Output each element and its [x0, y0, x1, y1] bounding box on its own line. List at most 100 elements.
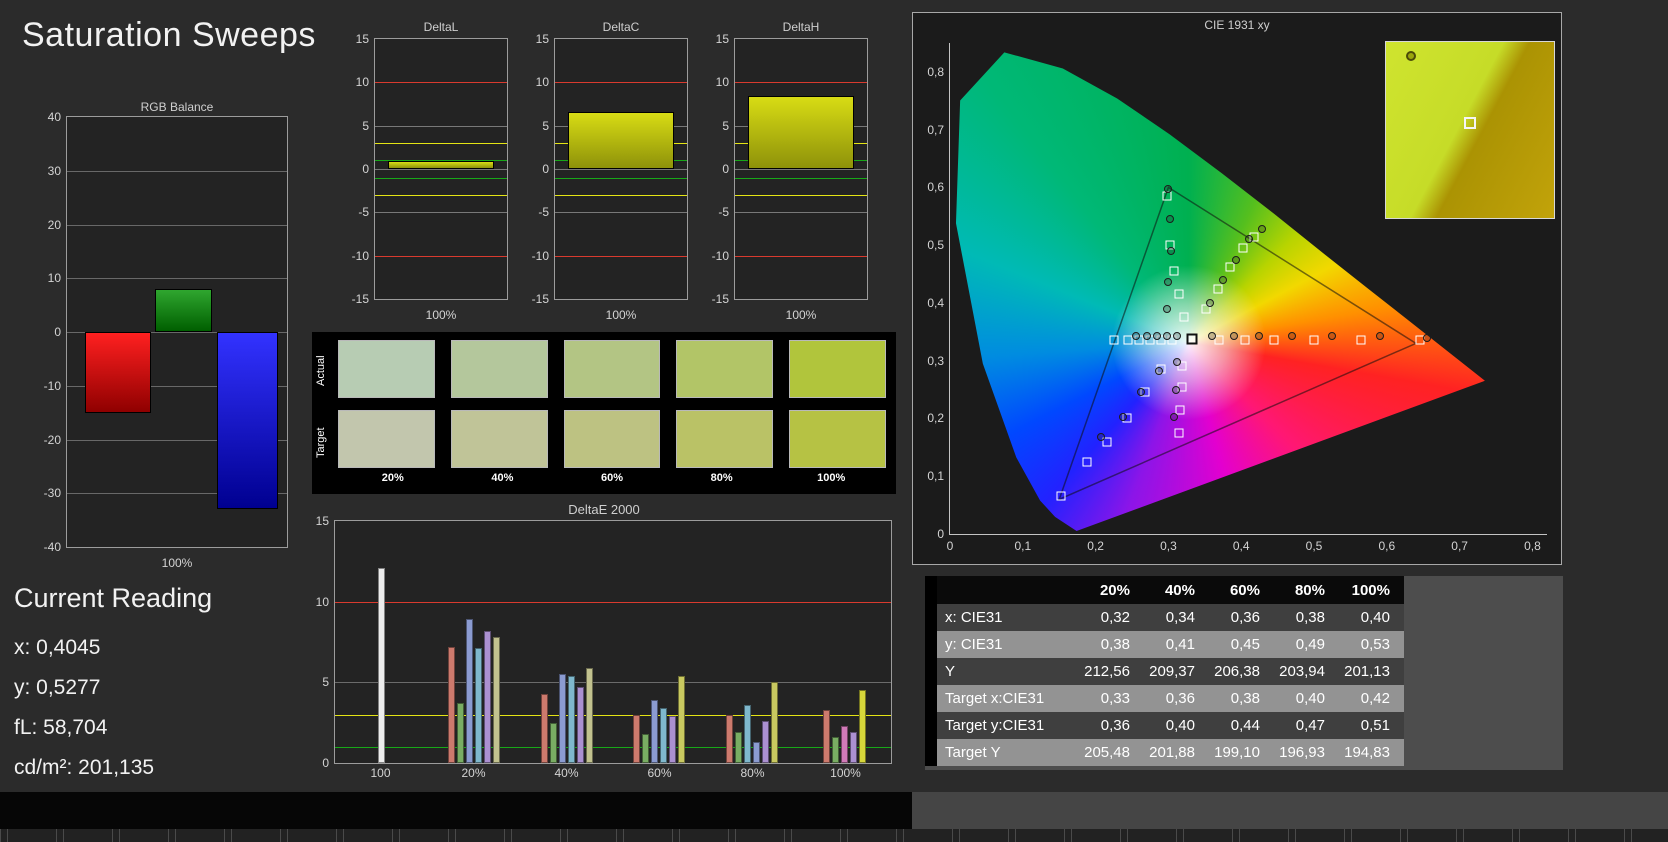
- table-row: Target Y 205,48 201,88 199,10 196,93 194,83: [925, 739, 1404, 766]
- table-header-cell: 100%: [1351, 581, 1390, 599]
- table-row-label: Y: [945, 663, 956, 680]
- table-header-row: 20% 40% 60% 80% 100%: [925, 576, 1404, 604]
- ref-line: [555, 82, 687, 84]
- table-strip-cell: [925, 576, 937, 604]
- x-tick-label: 0,3: [1160, 539, 1177, 553]
- deltae-bar: [841, 725, 849, 763]
- cie-1931-chart: CIE 1931 xy 0 0,1 0,2 0,3 0,4 0,5 0,6 0,7 0,8 0 0,…: [912, 12, 1562, 565]
- y-tick-label: 0: [542, 162, 549, 176]
- measured-point-marker: [1165, 215, 1174, 224]
- x-tick-label: 0,4: [1232, 539, 1250, 553]
- y-tick-label: 15: [535, 32, 549, 46]
- deltae-bar: [540, 693, 548, 763]
- table-header-cell: 80%: [1294, 581, 1325, 599]
- deltae-bar: [475, 648, 482, 763]
- measured-point-marker: [1375, 332, 1384, 341]
- ref-line: [735, 169, 867, 170]
- target-point-marker: [1174, 428, 1184, 438]
- deltae-group-label: 60%: [647, 766, 672, 780]
- measured-point-marker: [1173, 332, 1182, 341]
- table-value-cell: 0,42: [1360, 690, 1390, 707]
- current-reading-value: fL: 58,704: [14, 716, 108, 739]
- deltae-bar: [493, 637, 500, 763]
- x-tick-label: 0: [946, 539, 954, 553]
- target-swatch-100%: [789, 410, 886, 468]
- measured-point-marker: [1164, 277, 1173, 286]
- bottom-splitter-strip[interactable]: [0, 829, 1668, 842]
- actual-swatch-100%: [789, 340, 886, 398]
- table-value-cell: 0,44: [1230, 717, 1260, 734]
- table-value-cell: 0,40: [1360, 609, 1390, 626]
- table-value-cell: 0,38: [1230, 690, 1260, 707]
- table-value-cell: 0,51: [1360, 717, 1390, 734]
- table-row: x: CIE31 0,32 0,34 0,36 0,38 0,40: [925, 604, 1404, 631]
- y-tick-label: 0,1: [927, 469, 944, 484]
- ref-line: [555, 177, 687, 179]
- table-value-cell: 0,36: [1100, 717, 1130, 734]
- rgb-balance-plot: 40 30 20 10 0 -10 -20 -30 -40: [44, 110, 288, 554]
- y-tick-label: -10: [711, 248, 729, 263]
- x-tick-label: 0,5: [1305, 539, 1323, 553]
- target-point-marker: [1213, 284, 1223, 293]
- current-reading-values: x: 0,4045 y: 0,5277 fL: 58,704 cd/m²: 201,1…: [14, 628, 212, 788]
- deltae-group-label: 80%: [740, 766, 765, 780]
- deltae-bar: [585, 667, 593, 763]
- y-tick-label: -5: [538, 205, 549, 220]
- current-reading-block: Current Reading x: 0,4045 y: 0,5277 fL: 58…: [14, 583, 212, 788]
- table-value-cell: 194,83: [1344, 744, 1390, 761]
- table-value-cell: 0,34: [1165, 609, 1195, 626]
- actual-swatch-20%: [338, 340, 435, 398]
- current-reading-value: x: 0,4045: [14, 636, 101, 659]
- rgb-balance-xlabel: 100%: [161, 556, 193, 570]
- table-value-cell: 0,49: [1295, 636, 1325, 653]
- delta-chart-deltal: DeltaL 15 10 5 0 -5 -10 -15 100%: [336, 20, 514, 332]
- ref-line: [735, 195, 867, 196]
- y-tick-label: 10: [715, 75, 729, 90]
- y-tick-label: 10: [355, 75, 369, 90]
- table-strip-cell: [925, 685, 937, 712]
- target-swatch-40%: [450, 410, 548, 468]
- ref-line: [375, 195, 507, 196]
- y-tick-label: 0: [54, 325, 61, 339]
- ref-line: [555, 212, 687, 214]
- deltae-bar: [753, 742, 761, 763]
- target-swatch-80%: [676, 410, 774, 468]
- deltae-bar: [457, 703, 464, 763]
- swatch-column-label: 60%: [600, 472, 623, 484]
- delta-chart-title: DeltaH: [782, 20, 820, 34]
- y-tick-label: 0,3: [927, 353, 944, 368]
- y-tick-label: 5: [362, 118, 369, 133]
- table-value-cell: 203,94: [1279, 663, 1325, 680]
- table-value-cell: 212,56: [1084, 663, 1130, 680]
- y-tick-label: 15: [355, 32, 369, 46]
- measured-point-marker: [1154, 366, 1163, 375]
- table-value-cell: 0,36: [1165, 690, 1195, 707]
- table-row: Y 212,56 209,37 206,38 203,94 201,13: [925, 658, 1404, 685]
- target-point-marker: [1056, 491, 1066, 501]
- y-tick-label: 0,5: [927, 238, 944, 253]
- y-tick-label: 0,8: [927, 64, 944, 79]
- deltae-bar: [660, 708, 668, 763]
- current-reading-value: cd/m²: 201,135: [14, 756, 155, 779]
- target-point-marker: [1240, 335, 1250, 345]
- deltae-bar: [832, 737, 840, 763]
- measured-point-marker: [1232, 255, 1241, 264]
- measured-point-marker: [1097, 432, 1106, 441]
- table-value-cell: 206,38: [1214, 663, 1260, 680]
- y-tick-label: 0,6: [927, 180, 944, 195]
- y-tick-label: -15: [531, 292, 549, 306]
- x-tick-label: 0,2: [1087, 539, 1104, 553]
- measured-point-marker: [1169, 412, 1178, 421]
- delta-chart-xlabel: 100%: [785, 308, 817, 322]
- y-tick-label: -10: [531, 248, 549, 263]
- calibration-app-window: Saturation Sweeps RGB Balance 40 30 20 10 0-…: [0, 0, 1668, 842]
- deltae2000-chart: DeltaE 2000 15 10 5 0 100 20% 40% 60% 80% 100%: [312, 502, 896, 792]
- table-value-cell: 0,38: [1100, 636, 1130, 653]
- y-tick-label: -10: [43, 378, 61, 393]
- table-header-cell: 40%: [1164, 581, 1195, 599]
- table-strip-cell: [925, 712, 937, 739]
- y-tick-label: -10: [351, 248, 369, 263]
- rgb-balance-chart: RGB Balance 40 30 20 10 0 -10 -20 -30 -40 100%: [30, 100, 292, 585]
- table-value-cell: 199,10: [1214, 744, 1260, 761]
- ref-line: [735, 255, 867, 257]
